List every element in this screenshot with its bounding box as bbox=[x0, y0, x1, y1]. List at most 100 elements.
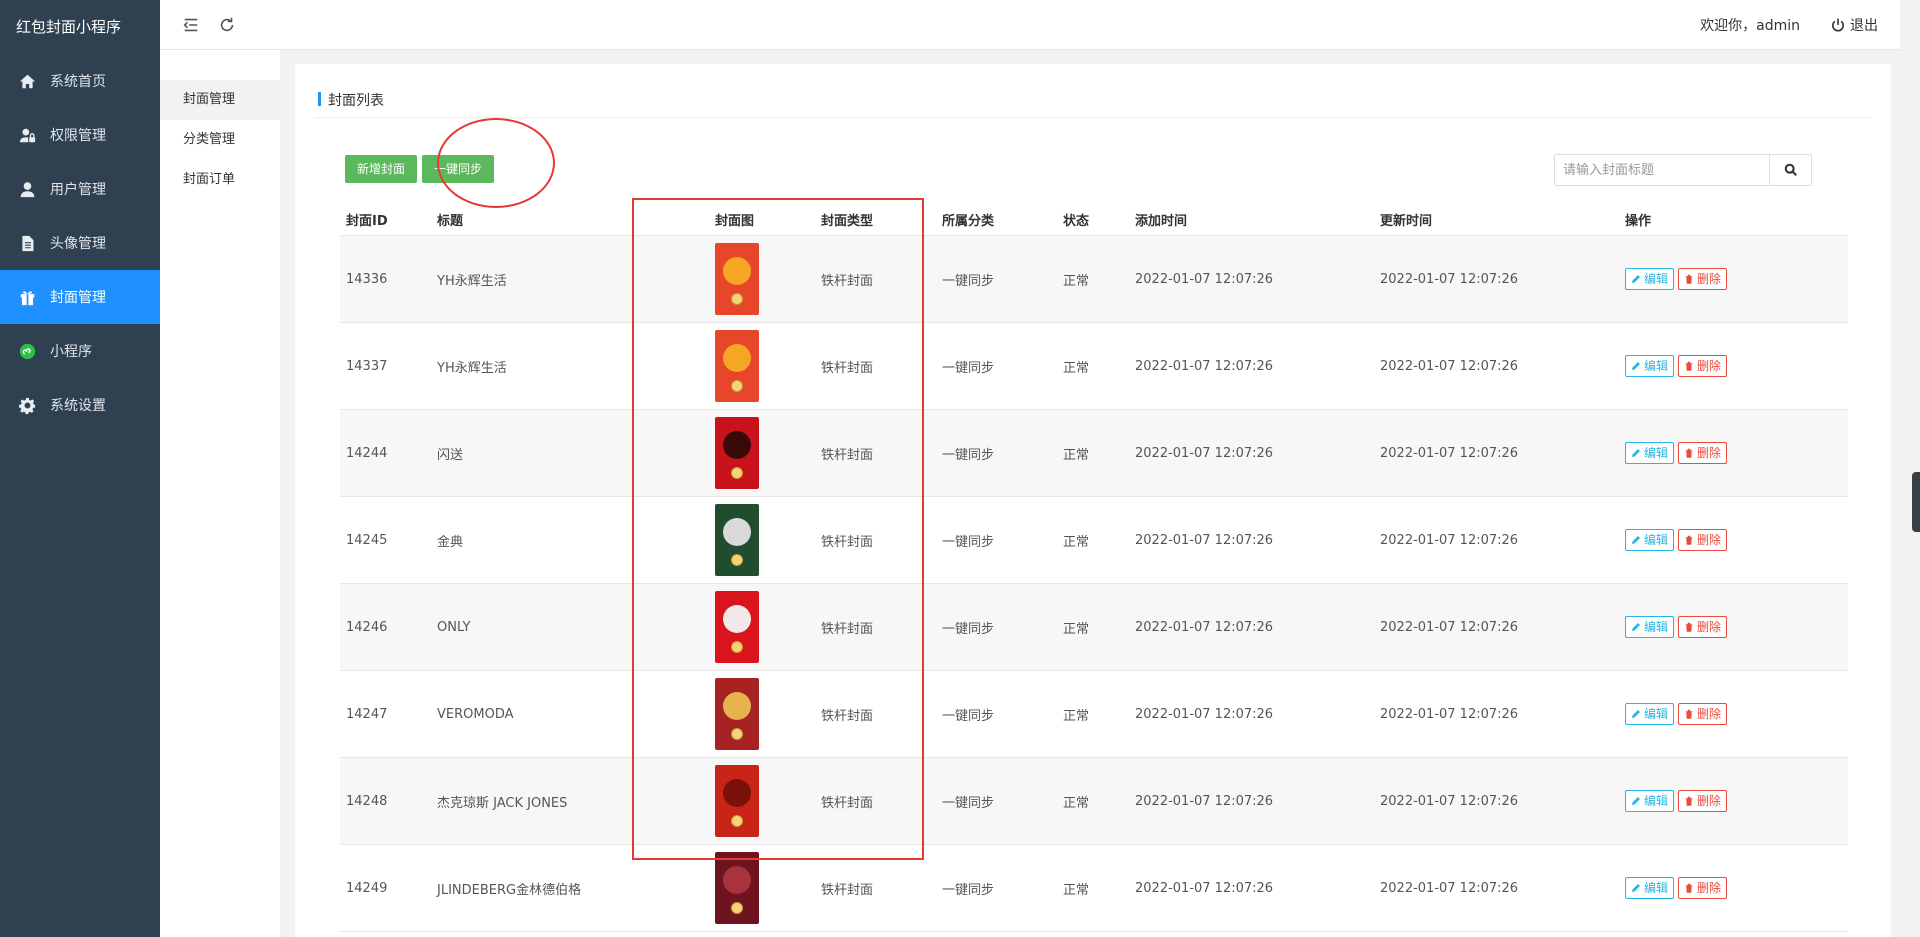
cover-thumbnail[interactable] bbox=[715, 678, 759, 750]
sync-all-button[interactable]: 一键同步 bbox=[422, 155, 495, 183]
table-row: 14246 ONLY 铁杆封面 一键同步 正常 2022-01-07 12:07:26 20… bbox=[340, 584, 1848, 671]
cell-added-time: 2022-01-07 12:07:26 bbox=[1135, 793, 1274, 809]
page-scrollbar[interactable] bbox=[1900, 0, 1920, 937]
sidebar-item-2[interactable]: 用户管理 bbox=[0, 162, 160, 216]
delete-button[interactable]: 删除 bbox=[1678, 616, 1728, 638]
cell-title: 杰克琼斯 JACK JONES bbox=[437, 795, 568, 811]
cover-thumbnail[interactable] bbox=[715, 417, 759, 489]
delete-button[interactable]: 删除 bbox=[1678, 529, 1728, 551]
submenu-item-category-manage[interactable]: 分类管理 bbox=[160, 120, 280, 160]
sidebar-item-1[interactable]: 权限管理 bbox=[0, 108, 160, 162]
cell-status: 正常 bbox=[1063, 360, 1090, 376]
cell-actions: 编辑 删除 bbox=[1625, 877, 1805, 899]
sidebar-item-3[interactable]: 头像管理 bbox=[0, 216, 160, 270]
edit-button[interactable]: 编辑 bbox=[1625, 877, 1675, 899]
top-bar: 欢迎你，admin 退出 bbox=[160, 0, 1920, 50]
cell-status: 正常 bbox=[1063, 795, 1090, 811]
cell-status: 正常 bbox=[1063, 621, 1090, 637]
cell-added-time: 2022-01-07 12:07:26 bbox=[1135, 706, 1274, 722]
gear-icon bbox=[18, 396, 36, 414]
pencil-icon bbox=[1632, 884, 1640, 892]
search-box bbox=[1554, 154, 1812, 186]
delete-button[interactable]: 删除 bbox=[1678, 268, 1728, 290]
cell-image bbox=[715, 417, 821, 489]
side-tab-handle[interactable] bbox=[1912, 472, 1920, 532]
edit-button[interactable]: 编辑 bbox=[1625, 703, 1675, 725]
cover-thumbnail[interactable] bbox=[715, 852, 759, 924]
cover-thumbnail[interactable] bbox=[715, 591, 759, 663]
sidebar-item-4[interactable]: 封面管理 bbox=[0, 270, 160, 324]
cell-title: ONLY bbox=[437, 619, 471, 635]
sidebar-item-label: 封面管理 bbox=[50, 290, 106, 306]
cell-type: 铁杆封面 bbox=[821, 273, 874, 289]
secondary-menu: 封面管理 封面管理 分类管理 封面订单 bbox=[160, 0, 280, 937]
delete-button[interactable]: 删除 bbox=[1678, 877, 1728, 899]
delete-button[interactable]: 删除 bbox=[1678, 790, 1728, 812]
collapse-menu-icon[interactable] bbox=[180, 14, 202, 36]
delete-button[interactable]: 删除 bbox=[1678, 355, 1728, 377]
edit-label: 编辑 bbox=[1644, 620, 1669, 634]
edit-button[interactable]: 编辑 bbox=[1625, 616, 1675, 638]
header-category: 所属分类 bbox=[942, 214, 995, 229]
cell-status: 正常 bbox=[1063, 882, 1090, 898]
pencil-icon bbox=[1632, 797, 1640, 805]
header-id: 封面ID bbox=[346, 214, 388, 229]
cell-category: 一键同步 bbox=[942, 882, 995, 898]
card-header: 封面列表 bbox=[315, 88, 1871, 118]
edit-button[interactable]: 编辑 bbox=[1625, 790, 1675, 812]
home-icon bbox=[18, 72, 36, 90]
refresh-icon[interactable] bbox=[216, 14, 238, 36]
add-cover-button[interactable]: 新增封面 bbox=[345, 155, 418, 183]
cell-category: 一键同步 bbox=[942, 360, 995, 376]
logout-button[interactable]: 退出 bbox=[1830, 15, 1878, 35]
table-row: 14337 YH永辉生活 铁杆封面 一键同步 正常 2022-01-07 12:07:26… bbox=[340, 323, 1848, 410]
header-added-time: 添加时间 bbox=[1135, 214, 1188, 229]
edit-button[interactable]: 编辑 bbox=[1625, 529, 1675, 551]
sidebar-item-6[interactable]: 系统设置 bbox=[0, 378, 160, 432]
search-button[interactable] bbox=[1769, 155, 1811, 185]
card-title: 封面列表 bbox=[328, 93, 384, 109]
app-title: 红包封面小程序 bbox=[16, 18, 122, 36]
cell-title: YH永辉生活 bbox=[437, 360, 507, 376]
search-input[interactable] bbox=[1555, 155, 1769, 185]
header-type: 封面类型 bbox=[821, 214, 874, 229]
cell-actions: 编辑 删除 bbox=[1625, 616, 1805, 638]
cell-title: VEROMODA bbox=[437, 706, 514, 722]
cell-type: 铁杆封面 bbox=[821, 447, 874, 463]
cover-thumbnail[interactable] bbox=[715, 504, 759, 576]
cell-image bbox=[715, 765, 821, 837]
cover-thumbnail[interactable] bbox=[715, 330, 759, 402]
cover-thumbnail[interactable] bbox=[715, 243, 759, 315]
submenu-item-cover-orders[interactable]: 封面订单 bbox=[160, 160, 280, 200]
sidebar-item-5[interactable]: 小程序 bbox=[0, 324, 160, 378]
edit-button[interactable]: 编辑 bbox=[1625, 355, 1675, 377]
cell-type: 铁杆封面 bbox=[821, 882, 874, 898]
cell-actions: 编辑 删除 bbox=[1625, 268, 1805, 290]
cell-category: 一键同步 bbox=[942, 795, 995, 811]
search-icon bbox=[1784, 163, 1797, 176]
sidebar-item-0[interactable]: 系统首页 bbox=[0, 54, 160, 108]
delete-button[interactable]: 删除 bbox=[1678, 442, 1728, 464]
table-body: 14336 YH永辉生活 铁杆封面 一键同步 正常 2022-01-07 12:07:26… bbox=[340, 236, 1848, 932]
delete-label: 删除 bbox=[1697, 533, 1722, 547]
trash-icon bbox=[1685, 622, 1693, 632]
cell-added-time: 2022-01-07 12:07:26 bbox=[1135, 358, 1274, 374]
cover-thumbnail[interactable] bbox=[715, 765, 759, 837]
cell-id: 14337 bbox=[346, 358, 388, 374]
cell-image bbox=[715, 243, 821, 315]
cell-updated-time: 2022-01-07 12:07:26 bbox=[1380, 619, 1519, 635]
pencil-icon bbox=[1632, 362, 1640, 370]
edit-button[interactable]: 编辑 bbox=[1625, 442, 1675, 464]
cover-table: 封面ID 标题 封面图 封面类型 所属分类 状态 添加时间 更新时间 操作 14… bbox=[340, 204, 1848, 932]
cell-status: 正常 bbox=[1063, 273, 1090, 289]
edit-button[interactable]: 编辑 bbox=[1625, 268, 1675, 290]
submenu-item-cover-manage[interactable]: 封面管理 bbox=[160, 80, 280, 120]
delete-button[interactable]: 删除 bbox=[1678, 703, 1728, 725]
edit-label: 编辑 bbox=[1644, 533, 1669, 547]
cell-type: 铁杆封面 bbox=[821, 708, 874, 724]
cell-added-time: 2022-01-07 12:07:26 bbox=[1135, 619, 1274, 635]
cell-id: 14245 bbox=[346, 532, 388, 548]
header-updated-time: 更新时间 bbox=[1380, 214, 1433, 229]
trash-icon bbox=[1685, 796, 1693, 806]
cell-category: 一键同步 bbox=[942, 708, 995, 724]
